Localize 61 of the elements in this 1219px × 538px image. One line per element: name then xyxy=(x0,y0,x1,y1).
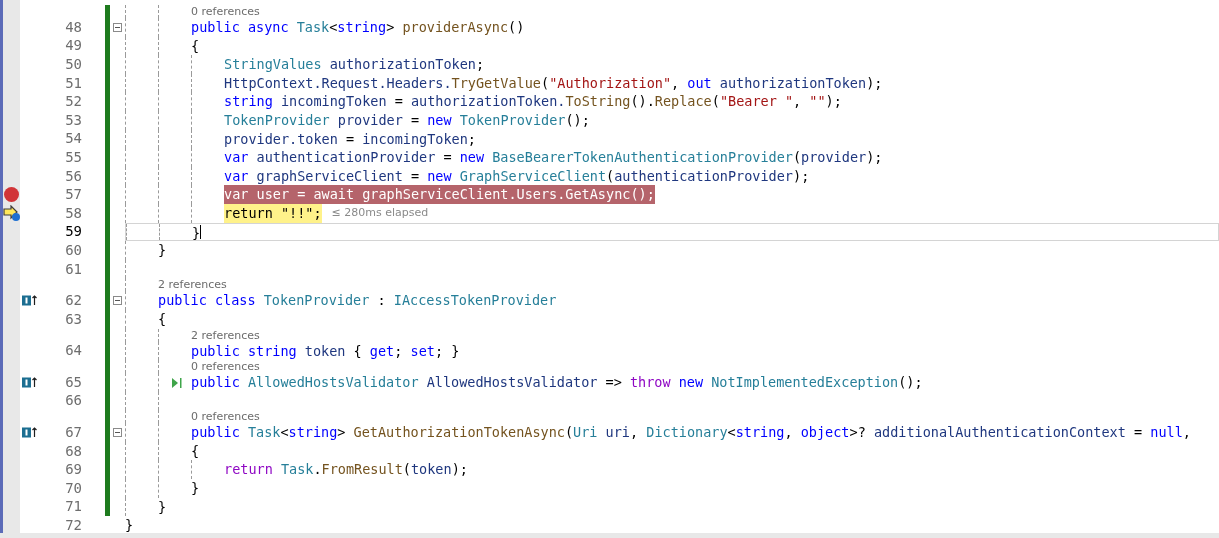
code-line: public class TokenProvider : IAccessTokenProvider xyxy=(158,291,557,310)
code-line: TokenProvider provider = new TokenProvider(); xyxy=(224,110,590,130)
code-line: } xyxy=(158,241,167,260)
line-number: 66 xyxy=(65,391,82,411)
line-number: 56 xyxy=(65,166,82,186)
reference-count[interactable]: 0 references xyxy=(191,5,260,18)
code-line: { xyxy=(191,36,200,56)
code-line: public AllowedHostsValidator AllowedHostsValidator => throw new NotImplementedException(); xyxy=(191,373,923,392)
code-line: { xyxy=(158,309,167,329)
code-line: HttpContext.Request.Headers.TryGetValue("Authorization", out authorizationToken); xyxy=(224,73,883,93)
code-line: { xyxy=(191,441,200,461)
line-number: 49 xyxy=(65,36,82,56)
line-number: 68 xyxy=(65,441,82,461)
line-number: 69 xyxy=(65,460,82,480)
code-line: } xyxy=(191,479,200,498)
code-line: } xyxy=(158,497,167,517)
code-line: var graphServiceClient = new GraphServiceClient(authenticationProvider); xyxy=(224,166,810,186)
code-line: return Task.FromResult(token); xyxy=(224,460,468,480)
line-number: 60 xyxy=(65,240,82,260)
collapse-toggle[interactable] xyxy=(113,296,122,306)
line-number: 64 xyxy=(65,341,82,361)
line-number: 52 xyxy=(65,92,82,112)
line-number: 65 xyxy=(65,372,82,392)
line-number: 53 xyxy=(65,110,82,130)
code-line: public string token { get; set; } xyxy=(191,341,460,361)
line-number: 72 xyxy=(65,516,82,536)
code-line: string incomingToken = authorizationToken.ToString().Replace("Bearer ", ""); xyxy=(224,92,842,111)
line-number: 54 xyxy=(65,129,82,149)
line-number: 59 xyxy=(65,222,82,242)
reference-count[interactable]: 2 references xyxy=(158,278,227,292)
collapse-toggle[interactable] xyxy=(113,22,122,32)
line-number: 50 xyxy=(65,55,82,74)
code-line: public Task<string> GetAuthorizationTokenAsync(Uri uri, Dictionary<string, object>? additionalAuthenticationContext = null, xyxy=(191,423,1191,442)
implementation-icon[interactable] xyxy=(22,377,38,389)
line-number: 70 xyxy=(65,478,82,498)
implementation-icon[interactable] xyxy=(22,427,38,439)
code-line: var authenticationProvider = new BaseBearerTokenAuthenticationProvider(provider); xyxy=(224,148,883,167)
text-cursor xyxy=(200,224,202,240)
run-icon[interactable] xyxy=(171,378,183,389)
line-number: 67 xyxy=(65,423,82,443)
code-line: } xyxy=(125,516,134,535)
line-number: 57 xyxy=(65,185,82,205)
line-number: 55 xyxy=(65,147,82,167)
reference-count[interactable]: 0 references xyxy=(191,410,260,424)
elapsed-time-hint: ≤ 280ms elapsed xyxy=(331,204,429,221)
horizontal-scrollbar[interactable] xyxy=(0,533,1219,538)
implementation-icon[interactable] xyxy=(22,295,38,307)
reference-count[interactable]: 2 references xyxy=(191,328,260,342)
line-number: 51 xyxy=(65,73,82,93)
code-line: public async Task<string> providerAsync() xyxy=(191,18,525,37)
line-number: 71 xyxy=(65,497,82,517)
line-number: 61 xyxy=(65,259,82,279)
collapse-toggle[interactable] xyxy=(113,428,122,438)
line-number: 58 xyxy=(65,203,82,223)
line-number: 63 xyxy=(65,309,82,329)
code-line: provider.token = incomingToken; xyxy=(224,129,476,149)
line-number: 62 xyxy=(65,291,82,311)
code-line: } xyxy=(192,223,201,241)
code-line: StringValues authorizationToken; xyxy=(224,55,485,74)
reference-count[interactable]: 0 references xyxy=(191,360,260,374)
line-number: 48 xyxy=(65,17,82,37)
